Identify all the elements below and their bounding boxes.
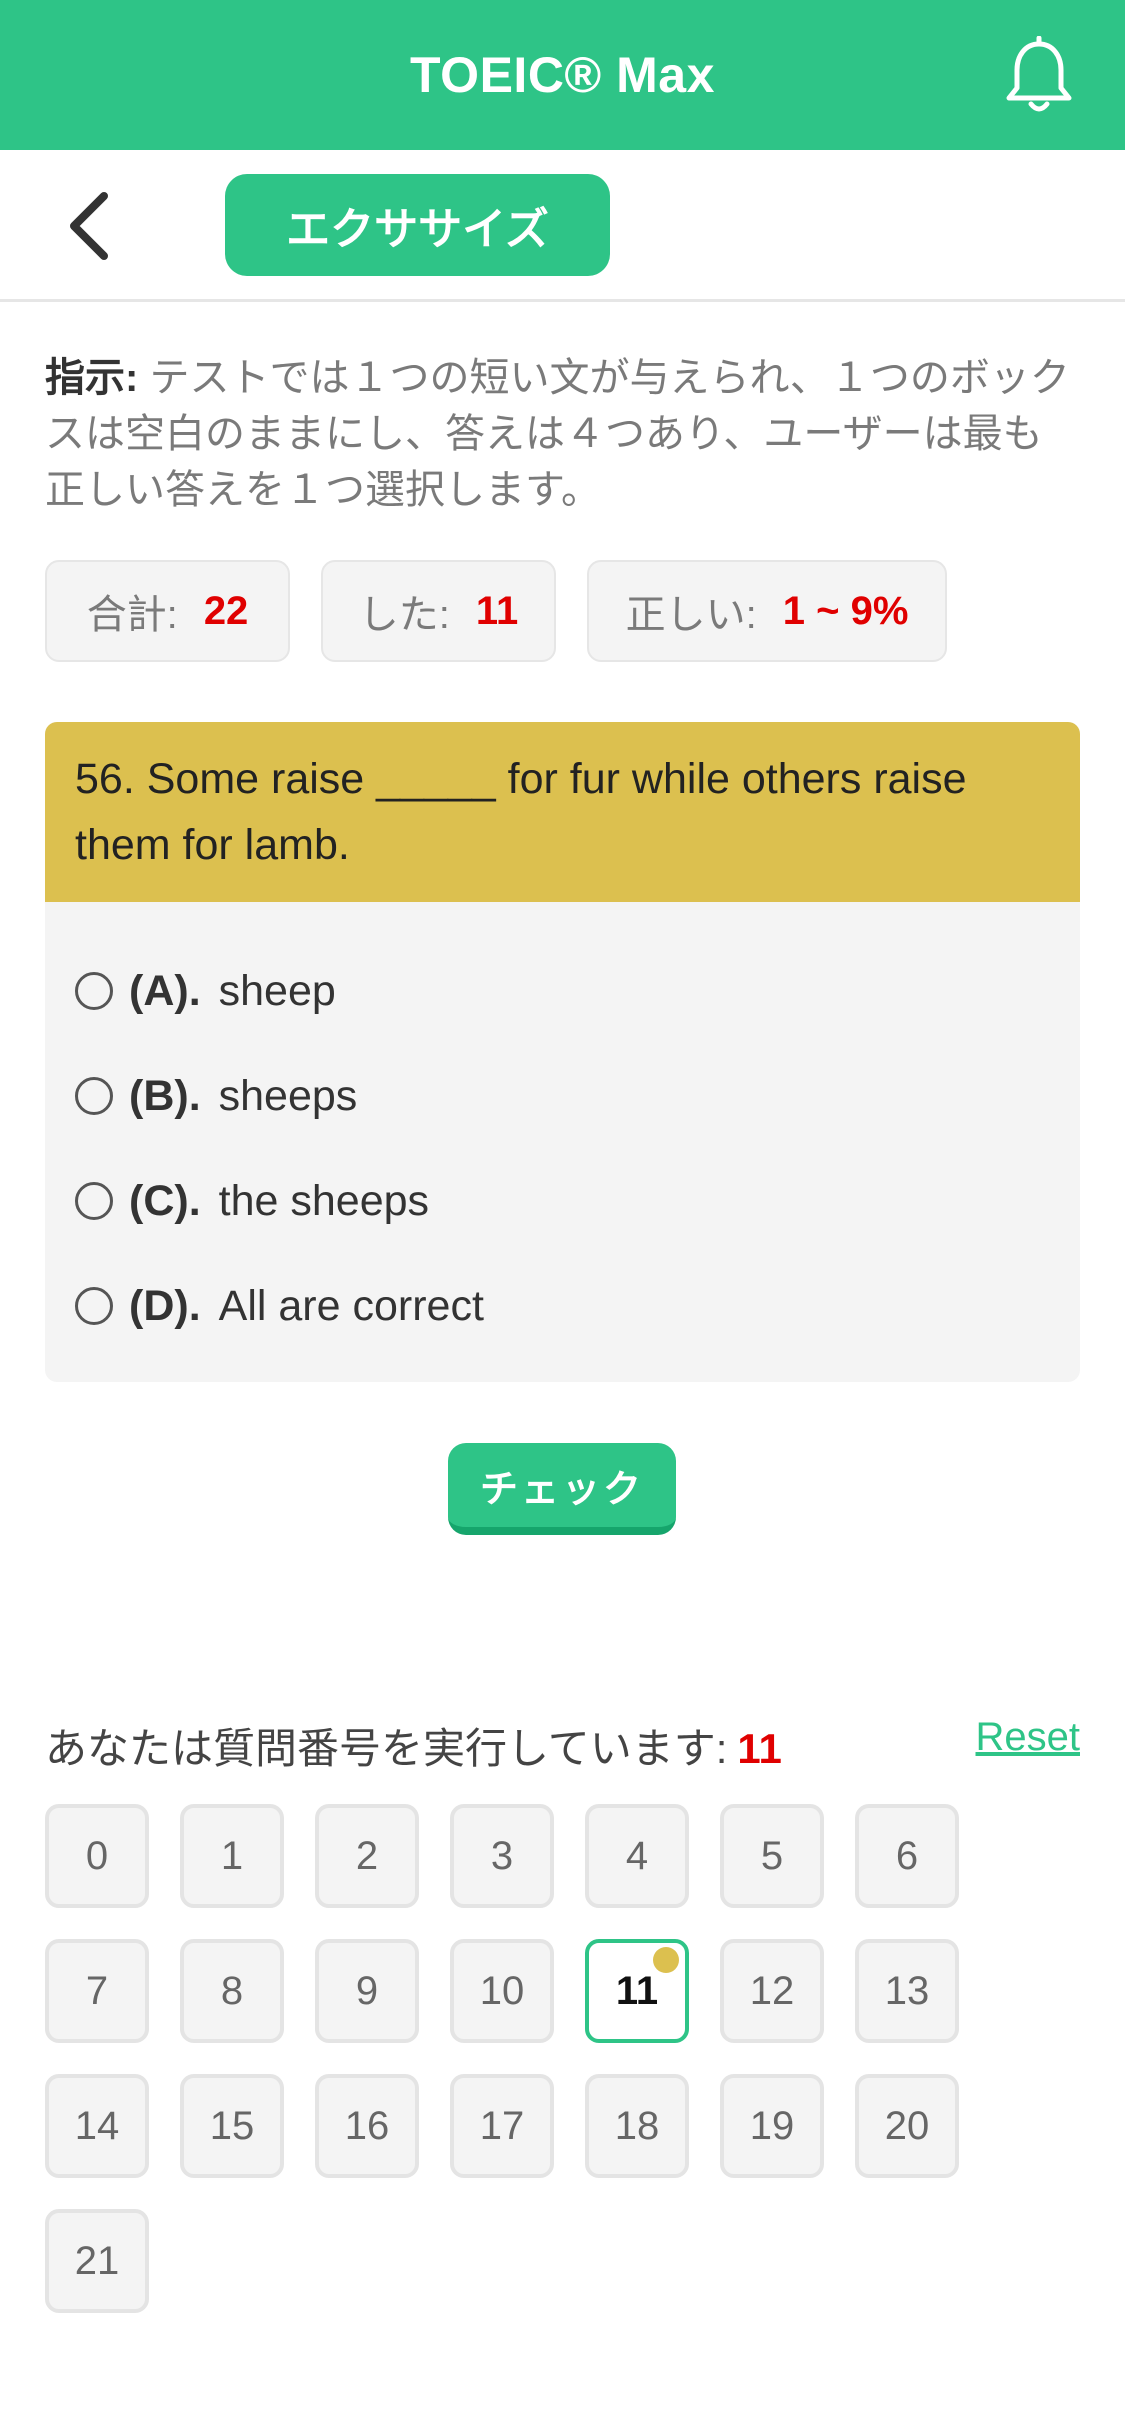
question-number-label: 17 xyxy=(479,2103,525,2148)
check-button[interactable]: チェック xyxy=(448,1443,676,1535)
instruction-text: 指示: テストでは１つの短い文が与えられ、１つのボックスは空白のままにし、答えは… xyxy=(45,350,1080,518)
question-text: 56. Some raise _____ for fur while other… xyxy=(45,722,1080,902)
option-text: the sheeps xyxy=(218,1176,430,1225)
stat-total: 合計: 22 xyxy=(45,560,290,662)
question-number-button[interactable]: 19 xyxy=(720,2074,824,2178)
running-question-label: あなたは質問番号を実行しています: 11 xyxy=(45,1715,782,1776)
question-number-button[interactable]: 7 xyxy=(45,1939,149,2043)
option-letter: (A). xyxy=(129,966,201,1015)
option-letter: (D). xyxy=(129,1281,201,1330)
radio-button[interactable] xyxy=(75,1287,113,1325)
question-number-label: 8 xyxy=(220,1968,244,2013)
stat-correct-label: 正しい: xyxy=(625,593,757,637)
current-question-number: 11 xyxy=(737,1725,782,1772)
stat-total-value: 22 xyxy=(203,588,249,633)
question-number-button[interactable]: 3 xyxy=(450,1804,554,1908)
question-number-button[interactable]: 0 xyxy=(45,1804,149,1908)
question-number-button[interactable]: 12 xyxy=(720,1939,824,2043)
option-d[interactable]: (D). All are correct xyxy=(75,1271,484,1341)
question-number-button[interactable]: 1 xyxy=(180,1804,284,1908)
radio-button[interactable] xyxy=(75,972,113,1010)
stat-correct-value: 1 ~ 9% xyxy=(782,588,909,633)
app-header: TOEIC® Max xyxy=(0,0,1125,150)
question-number-label: 19 xyxy=(749,2103,795,2148)
option-text: All are correct xyxy=(218,1281,484,1330)
instruction-body: テストでは１つの短い文が与えられ、１つのボックスは空白のままにし、答えは４つあり… xyxy=(45,356,1070,512)
question-number-button[interactable]: 9 xyxy=(315,1939,419,2043)
stat-total-label: 合計: xyxy=(86,593,178,637)
question-number-label: 20 xyxy=(884,2103,930,2148)
question-number-label: 18 xyxy=(614,2103,660,2148)
question-number-button[interactable]: 6 xyxy=(855,1804,959,1908)
app-title: TOEIC® Max xyxy=(410,47,715,103)
reset-link[interactable]: Reset xyxy=(976,1715,1081,1760)
option-c[interactable]: (C). the sheeps xyxy=(75,1166,429,1236)
question-number-label: 0 xyxy=(85,1833,109,1878)
stat-correct: 正しい: 1 ~ 9% xyxy=(587,560,947,662)
question-number-label: 12 xyxy=(749,1968,795,2013)
question-number-label: 2 xyxy=(355,1833,379,1878)
question-number-button[interactable]: 4 xyxy=(585,1804,689,1908)
question-number-label: 14 xyxy=(74,2103,120,2148)
question-number-button[interactable]: 20 xyxy=(855,2074,959,2178)
bell-icon[interactable] xyxy=(1003,36,1075,116)
stat-done-label: した: xyxy=(358,593,450,637)
question-number-button[interactable]: 10 xyxy=(450,1939,554,2043)
question-card: 56. Some raise _____ for fur while other… xyxy=(45,722,1080,1382)
question-number-button[interactable]: 15 xyxy=(180,2074,284,2178)
option-text: sheeps xyxy=(218,1071,358,1120)
exercise-tab-button[interactable]: エクササイズ xyxy=(225,174,610,276)
question-number-button[interactable]: 16 xyxy=(315,2074,419,2178)
question-number-label: 13 xyxy=(884,1968,930,2013)
question-number-label: 16 xyxy=(344,2103,390,2148)
option-letter: (B). xyxy=(129,1071,201,1120)
question-number-button[interactable]: 13 xyxy=(855,1939,959,2043)
option-a[interactable]: (A). sheep xyxy=(75,956,336,1026)
radio-button[interactable] xyxy=(75,1077,113,1115)
stat-done-value: 11 xyxy=(475,588,519,633)
question-number-label: 1 xyxy=(220,1833,244,1878)
question-number-label: 11 xyxy=(615,1968,659,2013)
question-number-label: 9 xyxy=(355,1968,379,2013)
question-number-label: 3 xyxy=(490,1833,514,1878)
radio-button[interactable] xyxy=(75,1182,113,1220)
question-number-label: 4 xyxy=(625,1833,649,1878)
question-number-label: 10 xyxy=(479,1968,525,2013)
question-number-button[interactable]: 11 xyxy=(585,1939,689,2043)
option-text: sheep xyxy=(218,966,336,1015)
chevron-left-icon[interactable] xyxy=(60,188,120,264)
question-number-label: 5 xyxy=(760,1833,784,1878)
question-number-button[interactable]: 17 xyxy=(450,2074,554,2178)
question-number-button[interactable]: 2 xyxy=(315,1804,419,1908)
question-number-label: 6 xyxy=(895,1833,919,1878)
instruction-label: 指示: xyxy=(45,356,139,400)
question-number-label: 7 xyxy=(85,1968,109,2013)
stat-done: した: 11 xyxy=(321,560,556,662)
question-number-button[interactable]: 21 xyxy=(45,2209,149,2313)
option-letter: (C). xyxy=(129,1176,201,1225)
question-number-button[interactable]: 14 xyxy=(45,2074,149,2178)
running-label: あなたは質問番号を実行しています: xyxy=(45,1725,728,1772)
sub-header: エクササイズ xyxy=(0,150,1125,302)
question-number-label: 21 xyxy=(74,2238,120,2283)
current-indicator-dot xyxy=(653,1947,679,1973)
question-number-button[interactable]: 8 xyxy=(180,1939,284,2043)
question-number-button[interactable]: 18 xyxy=(585,2074,689,2178)
option-b[interactable]: (B). sheeps xyxy=(75,1061,357,1131)
question-number-label: 15 xyxy=(209,2103,255,2148)
question-number-button[interactable]: 5 xyxy=(720,1804,824,1908)
